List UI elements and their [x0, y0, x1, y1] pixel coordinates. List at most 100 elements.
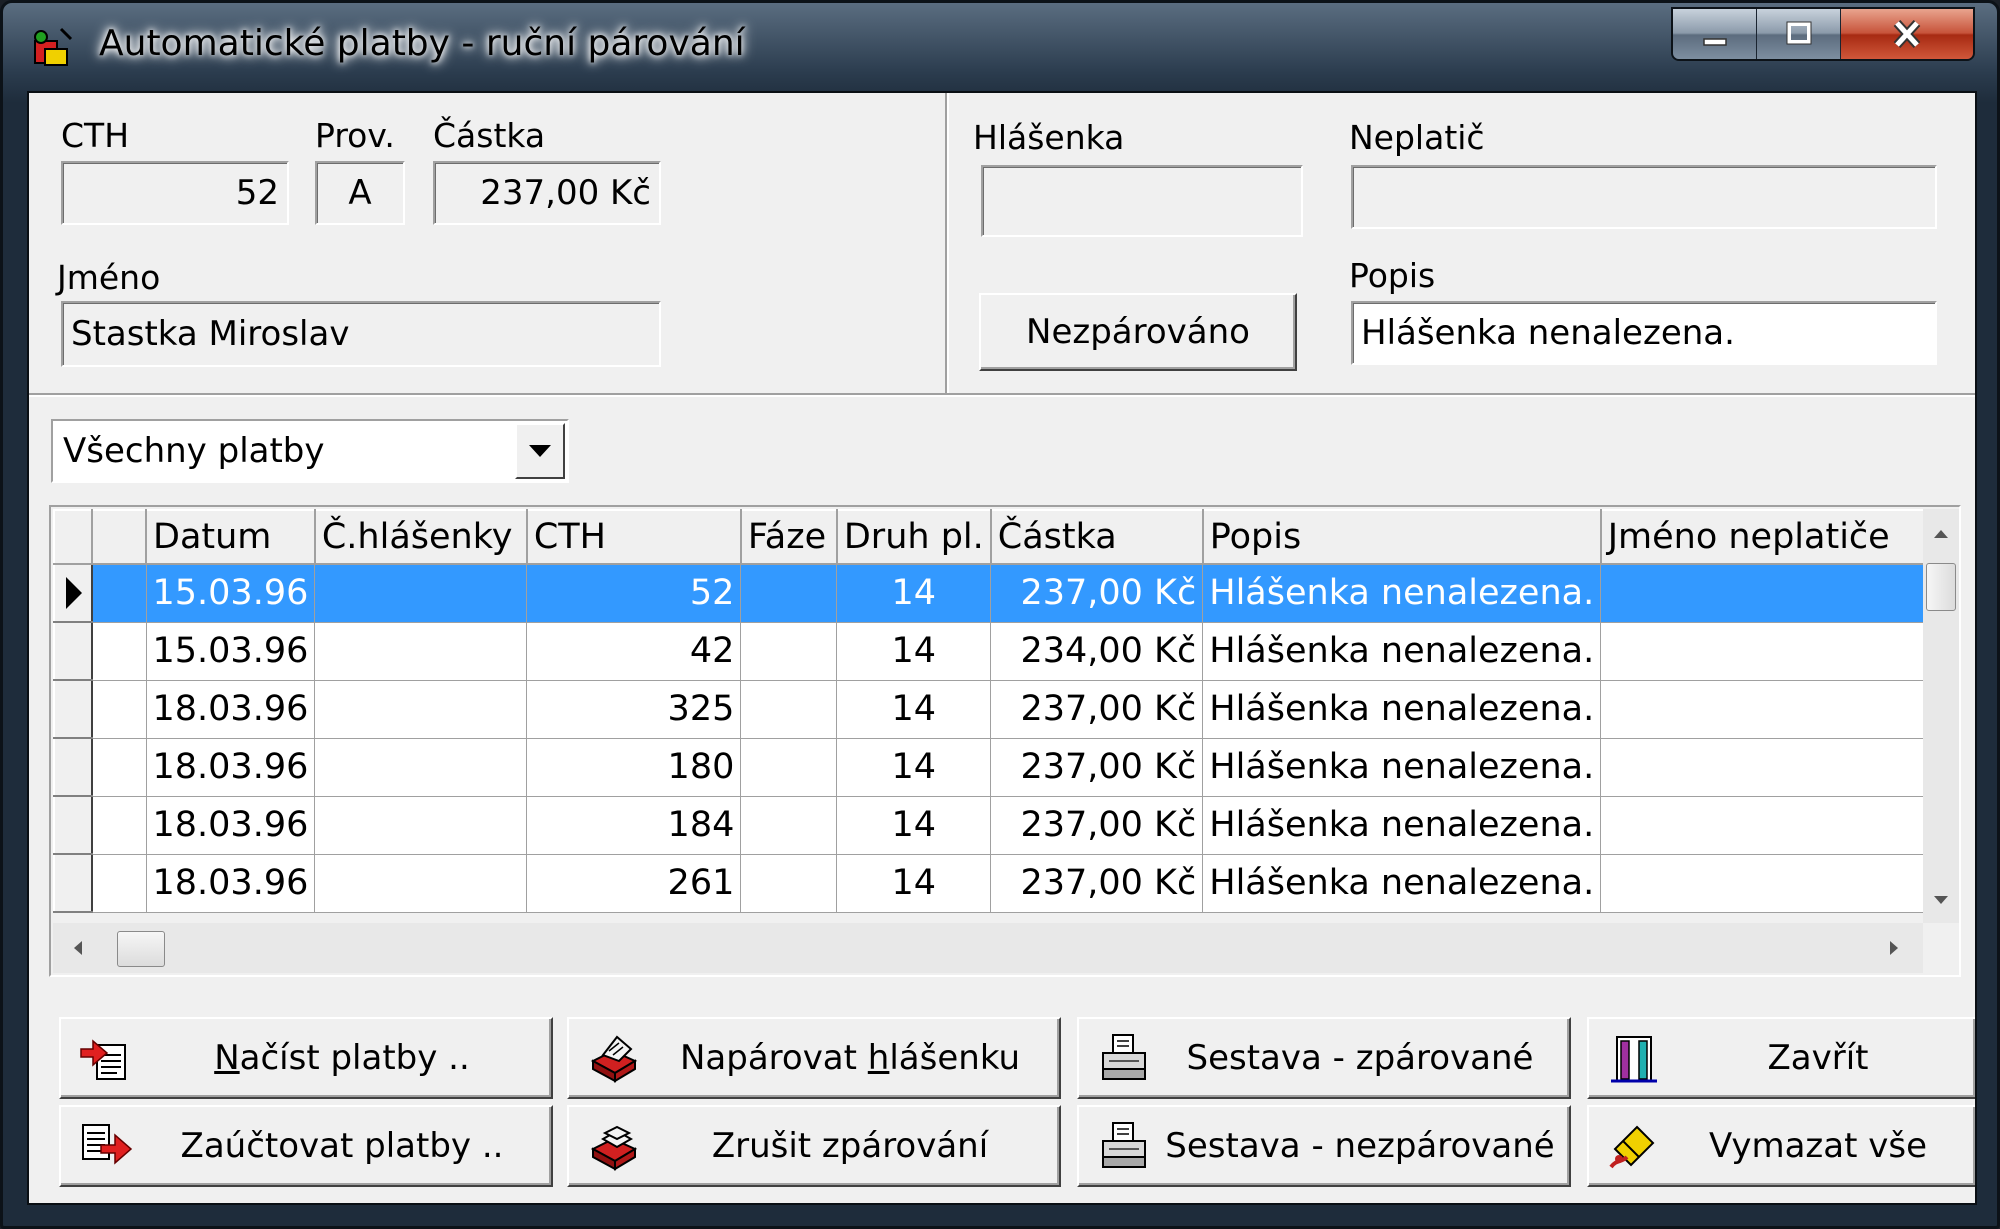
- table-row[interactable]: 18.03.96 180 14 237,00 Kč Hlášenka nenalezen…: [53, 737, 1952, 797]
- cell-druh[interactable]: 14: [836, 563, 992, 623]
- column-header-castka[interactable]: Částka: [989, 509, 1204, 565]
- cell-druh[interactable]: 14: [836, 853, 992, 913]
- cell-druh[interactable]: 14: [836, 795, 992, 855]
- clear-all-button[interactable]: Vymazat vše: [1587, 1105, 1975, 1187]
- table-row[interactable]: 18.03.96 184 14 237,00 Kč Hlášenka nenalezen…: [53, 795, 1952, 855]
- vertical-scroll-thumb[interactable]: [1926, 563, 1956, 611]
- cell-castka[interactable]: 237,00 Kč: [990, 679, 1204, 739]
- cell-hlasenka[interactable]: [314, 737, 528, 797]
- cth-field[interactable]: 52: [61, 161, 289, 225]
- cell-datum[interactable]: 18.03.96: [145, 737, 316, 797]
- cell-datum[interactable]: 18.03.96: [145, 853, 316, 913]
- neplatic-field[interactable]: [1351, 165, 1937, 229]
- horizontal-scrollbar[interactable]: [53, 923, 1923, 973]
- post-payments-button[interactable]: Zaúčtovat platby ..: [59, 1105, 553, 1187]
- maximize-button[interactable]: [1757, 9, 1841, 59]
- popis-field[interactable]: Hlášenka nenalezena.: [1351, 301, 1937, 365]
- table-cell[interactable]: [91, 795, 147, 855]
- scroll-up-icon[interactable]: [1933, 529, 1949, 539]
- horizontal-scroll-thumb[interactable]: [117, 931, 165, 967]
- cell-hlasenka[interactable]: [314, 853, 528, 913]
- cell-jmeno[interactable]: [1600, 737, 1952, 797]
- cell-cth[interactable]: 180: [526, 737, 742, 797]
- row-indicator[interactable]: [53, 563, 93, 623]
- jmeno-field[interactable]: Stastka Miroslav: [61, 301, 661, 367]
- table-cell[interactable]: [91, 563, 147, 623]
- cell-cth[interactable]: 184: [526, 795, 742, 855]
- dropdown-button[interactable]: [515, 423, 565, 479]
- cell-faze[interactable]: [740, 853, 838, 913]
- cell-castka[interactable]: 237,00 Kč: [990, 563, 1204, 623]
- column-header-faze[interactable]: Fáze: [739, 509, 838, 565]
- cell-popis[interactable]: Hlášenka nenalezena.: [1202, 621, 1602, 681]
- table-cell[interactable]: [91, 737, 147, 797]
- scroll-right-icon[interactable]: [1889, 940, 1899, 956]
- cell-jmeno[interactable]: [1600, 853, 1952, 913]
- cell-faze[interactable]: [740, 795, 838, 855]
- cell-castka[interactable]: 237,00 Kč: [990, 795, 1204, 855]
- hlasenka-field[interactable]: [981, 165, 1303, 237]
- cell-cth[interactable]: 261: [526, 853, 742, 913]
- column-header-cth[interactable]: CTH: [525, 509, 742, 565]
- cell-castka[interactable]: 237,00 Kč: [990, 737, 1204, 797]
- column-header-hlasenky[interactable]: Č.hlášenky: [313, 509, 528, 565]
- cell-jmeno[interactable]: [1600, 563, 1952, 623]
- row-indicator[interactable]: [53, 621, 93, 681]
- cell-faze[interactable]: [740, 563, 838, 623]
- cell-popis[interactable]: Hlášenka nenalezena.: [1202, 563, 1602, 623]
- table-cell[interactable]: [91, 679, 147, 739]
- cell-jmeno[interactable]: [1600, 795, 1952, 855]
- row-indicator[interactable]: [53, 795, 93, 855]
- cell-druh[interactable]: 14: [836, 737, 992, 797]
- cell-faze[interactable]: [740, 679, 838, 739]
- cell-cth[interactable]: 325: [526, 679, 742, 739]
- column-header-popis[interactable]: Popis: [1201, 509, 1602, 565]
- cell-druh[interactable]: 14: [836, 621, 992, 681]
- minimize-button[interactable]: [1673, 9, 1757, 59]
- row-indicator[interactable]: [53, 853, 93, 913]
- cell-druh[interactable]: 14: [836, 679, 992, 739]
- report-unpaired-button[interactable]: Sestava - nezpárované: [1077, 1105, 1571, 1187]
- castka-field[interactable]: 237,00 Kč: [433, 161, 661, 225]
- cell-datum[interactable]: 18.03.96: [145, 795, 316, 855]
- title-bar[interactable]: Automatické platby - ruční párování: [3, 3, 1997, 91]
- column-header-blank[interactable]: [91, 509, 147, 565]
- cell-faze[interactable]: [740, 737, 838, 797]
- payments-grid[interactable]: Datum Č.hlášenky CTH Fáze Druh pl. Částk…: [49, 505, 1961, 977]
- cell-hlasenka[interactable]: [314, 679, 528, 739]
- prov-field[interactable]: A: [315, 161, 405, 225]
- cell-hlasenka[interactable]: [314, 621, 528, 681]
- column-header-jmeno[interactable]: Jméno neplatiče: [1599, 509, 1952, 565]
- pair-report-button[interactable]: Napárovat hlášenku: [567, 1017, 1061, 1099]
- cell-castka[interactable]: 234,00 Kč: [990, 621, 1204, 681]
- table-row[interactable]: 18.03.96 261 14 237,00 Kč Hlášenka nenalezen…: [53, 853, 1952, 913]
- cell-castka[interactable]: 237,00 Kč: [990, 853, 1204, 913]
- cell-jmeno[interactable]: [1600, 679, 1952, 739]
- cell-popis[interactable]: Hlášenka nenalezena.: [1202, 795, 1602, 855]
- cell-popis[interactable]: Hlášenka nenalezena.: [1202, 679, 1602, 739]
- scroll-left-icon[interactable]: [73, 940, 83, 956]
- cell-jmeno[interactable]: [1600, 621, 1952, 681]
- report-paired-button[interactable]: Sestava - zpárované: [1077, 1017, 1571, 1099]
- payment-filter-select[interactable]: Všechny platby: [51, 419, 569, 483]
- column-header-druh[interactable]: Druh pl.: [835, 509, 992, 565]
- table-cell[interactable]: [91, 621, 147, 681]
- table-cell[interactable]: [91, 853, 147, 913]
- table-row[interactable]: 15.03.96 42 14 234,00 Kč Hlášenka nenalezena…: [53, 621, 1952, 681]
- row-indicator[interactable]: [53, 737, 93, 797]
- close-window-button[interactable]: Zavřít: [1587, 1017, 1975, 1099]
- cell-hlasenka[interactable]: [314, 563, 528, 623]
- pairing-status-button[interactable]: Nezpárováno: [979, 293, 1297, 371]
- row-indicator[interactable]: [53, 679, 93, 739]
- column-header-datum[interactable]: Datum: [145, 509, 316, 565]
- cancel-pairing-button[interactable]: Zrušit zpárování: [567, 1105, 1061, 1187]
- cell-popis[interactable]: Hlášenka nenalezena.: [1202, 853, 1602, 913]
- cell-hlasenka[interactable]: [314, 795, 528, 855]
- load-payments-button[interactable]: Načíst platby ..: [59, 1017, 553, 1099]
- cell-faze[interactable]: [740, 621, 838, 681]
- cell-datum[interactable]: 18.03.96: [145, 679, 316, 739]
- cell-cth[interactable]: 52: [526, 563, 742, 623]
- vertical-scrollbar[interactable]: [1923, 509, 1959, 923]
- cell-datum[interactable]: 15.03.96: [145, 563, 316, 623]
- cell-popis[interactable]: Hlášenka nenalezena.: [1202, 737, 1602, 797]
